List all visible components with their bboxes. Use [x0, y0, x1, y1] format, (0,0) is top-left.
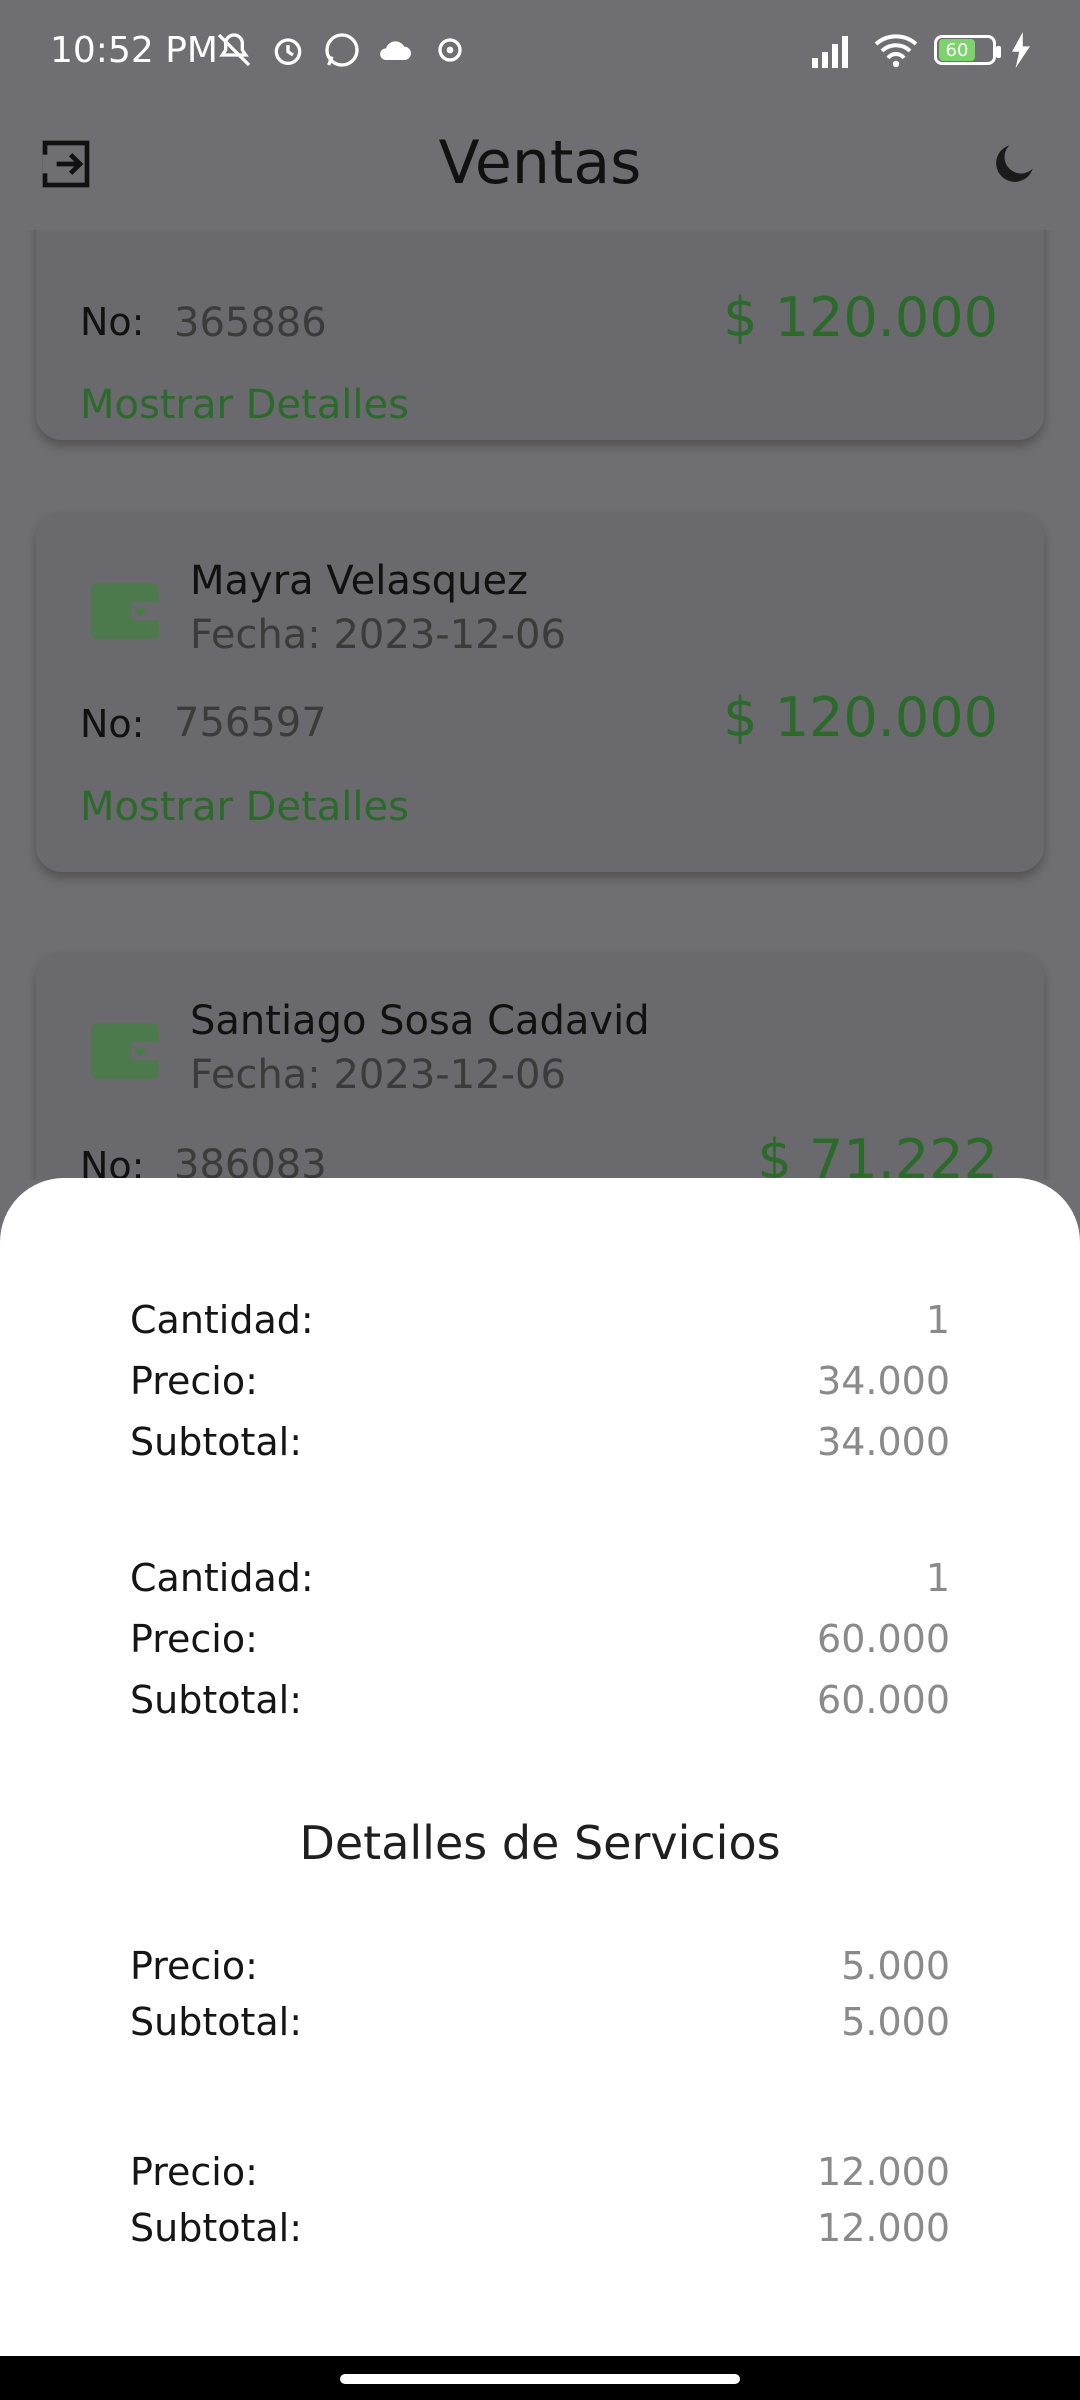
services-section-title: Detalles de Servicios [299, 1816, 781, 1870]
wifi-icon [874, 34, 918, 68]
show-details-link[interactable]: Mostrar Detalles [80, 784, 409, 830]
detail-row: Subtotal: 34.000 [130, 1420, 950, 1480]
system-navigation-bar [0, 2356, 1080, 2400]
sale-amount: $ 120.000 [723, 686, 998, 749]
subtotal-label: Subtotal: [130, 1678, 303, 1722]
wallet-icon [91, 1023, 159, 1079]
sale-card: No: 365886 $ 120.000 Mostrar Detalles [36, 230, 1044, 440]
page-title: Ventas [438, 128, 642, 198]
status-bar: 10:52 PM 60 [0, 0, 1080, 106]
detail-row: Subtotal: 12.000 [130, 2206, 950, 2266]
detail-row: Precio: 5.000 [130, 1944, 950, 2004]
sale-card: Mayra Velasquez Fecha: 2023-12-06 No: 75… [36, 512, 1044, 872]
sale-number-label: No: [80, 300, 145, 344]
whatsapp-icon [325, 33, 359, 67]
detail-row: Subtotal: 5.000 [130, 2000, 950, 2060]
sale-number-label: No: [80, 1144, 145, 1180]
sale-number: 365886 [174, 300, 327, 346]
app-bar: Ventas [0, 106, 1080, 230]
sale-date: Fecha: 2023-12-06 [190, 612, 566, 658]
sale-date: Fecha: 2023-12-06 [190, 1052, 566, 1098]
subtotal-label: Subtotal: [130, 2000, 303, 2044]
quantity-label: Cantidad: [130, 1556, 314, 1600]
mute-icon [217, 33, 251, 67]
wallet-icon [91, 583, 159, 639]
detail-row: Subtotal: 60.000 [130, 1678, 950, 1738]
detail-row: Precio: 60.000 [130, 1617, 950, 1677]
subtotal-value: 5.000 [841, 2000, 950, 2044]
subtotal-value: 12.000 [817, 2206, 950, 2250]
sales-list: No: 365886 $ 120.000 Mostrar Detalles Ma… [0, 230, 1080, 1180]
sale-number: 756597 [174, 700, 327, 746]
battery-level: 60 [939, 39, 975, 61]
settings-icon [438, 38, 462, 62]
sale-amount: $ 71.222 [757, 1128, 998, 1180]
sale-amount: $ 120.000 [723, 286, 998, 349]
quantity-value: 1 [925, 1556, 950, 1600]
price-label: Precio: [130, 1359, 258, 1403]
price-label: Precio: [130, 1944, 258, 1988]
price-label: Precio: [130, 1617, 258, 1661]
sale-number-label: No: [80, 702, 145, 746]
status-time: 10:52 PM [50, 30, 218, 71]
battery-icon: 60 [934, 35, 1001, 65]
detail-row: Cantidad: 1 [130, 1556, 950, 1616]
price-value: 60.000 [817, 1617, 950, 1661]
quantity-label: Cantidad: [130, 1298, 314, 1342]
price-label: Precio: [130, 2150, 258, 2194]
notification-icons [214, 30, 470, 70]
customer-name: Mayra Velasquez [190, 558, 529, 604]
subtotal-label: Subtotal: [130, 2206, 303, 2250]
price-value: 12.000 [817, 2150, 950, 2194]
sale-card: Santiago Sosa Cadavid Fecha: 2023-12-06 … [36, 952, 1044, 1180]
home-indicator[interactable] [340, 2374, 740, 2384]
dark-mode-icon[interactable] [986, 136, 1042, 192]
subtotal-value: 34.000 [817, 1420, 950, 1464]
system-icons: 60 [810, 30, 1032, 70]
detail-row: Precio: 12.000 [130, 2150, 950, 2210]
alarm-icon [274, 38, 302, 65]
show-details-link[interactable]: Mostrar Detalles [80, 382, 409, 428]
customer-name: Santiago Sosa Cadavid [190, 998, 650, 1044]
sale-number: 386083 [174, 1142, 327, 1180]
detail-row: Precio: 34.000 [130, 1359, 950, 1419]
subtotal-label: Subtotal: [130, 1420, 303, 1464]
details-bottom-sheet[interactable]: Cantidad: 1 Precio: 34.000 Subtotal: 34.… [0, 1178, 1080, 2356]
price-value: 34.000 [817, 1359, 950, 1403]
price-value: 5.000 [841, 1944, 950, 1988]
cloud-icon [380, 41, 411, 60]
charging-icon [1012, 32, 1030, 68]
subtotal-value: 60.000 [817, 1678, 950, 1722]
quantity-value: 1 [925, 1298, 950, 1342]
signal-icon [812, 36, 848, 68]
detail-row: Cantidad: 1 [130, 1298, 950, 1358]
